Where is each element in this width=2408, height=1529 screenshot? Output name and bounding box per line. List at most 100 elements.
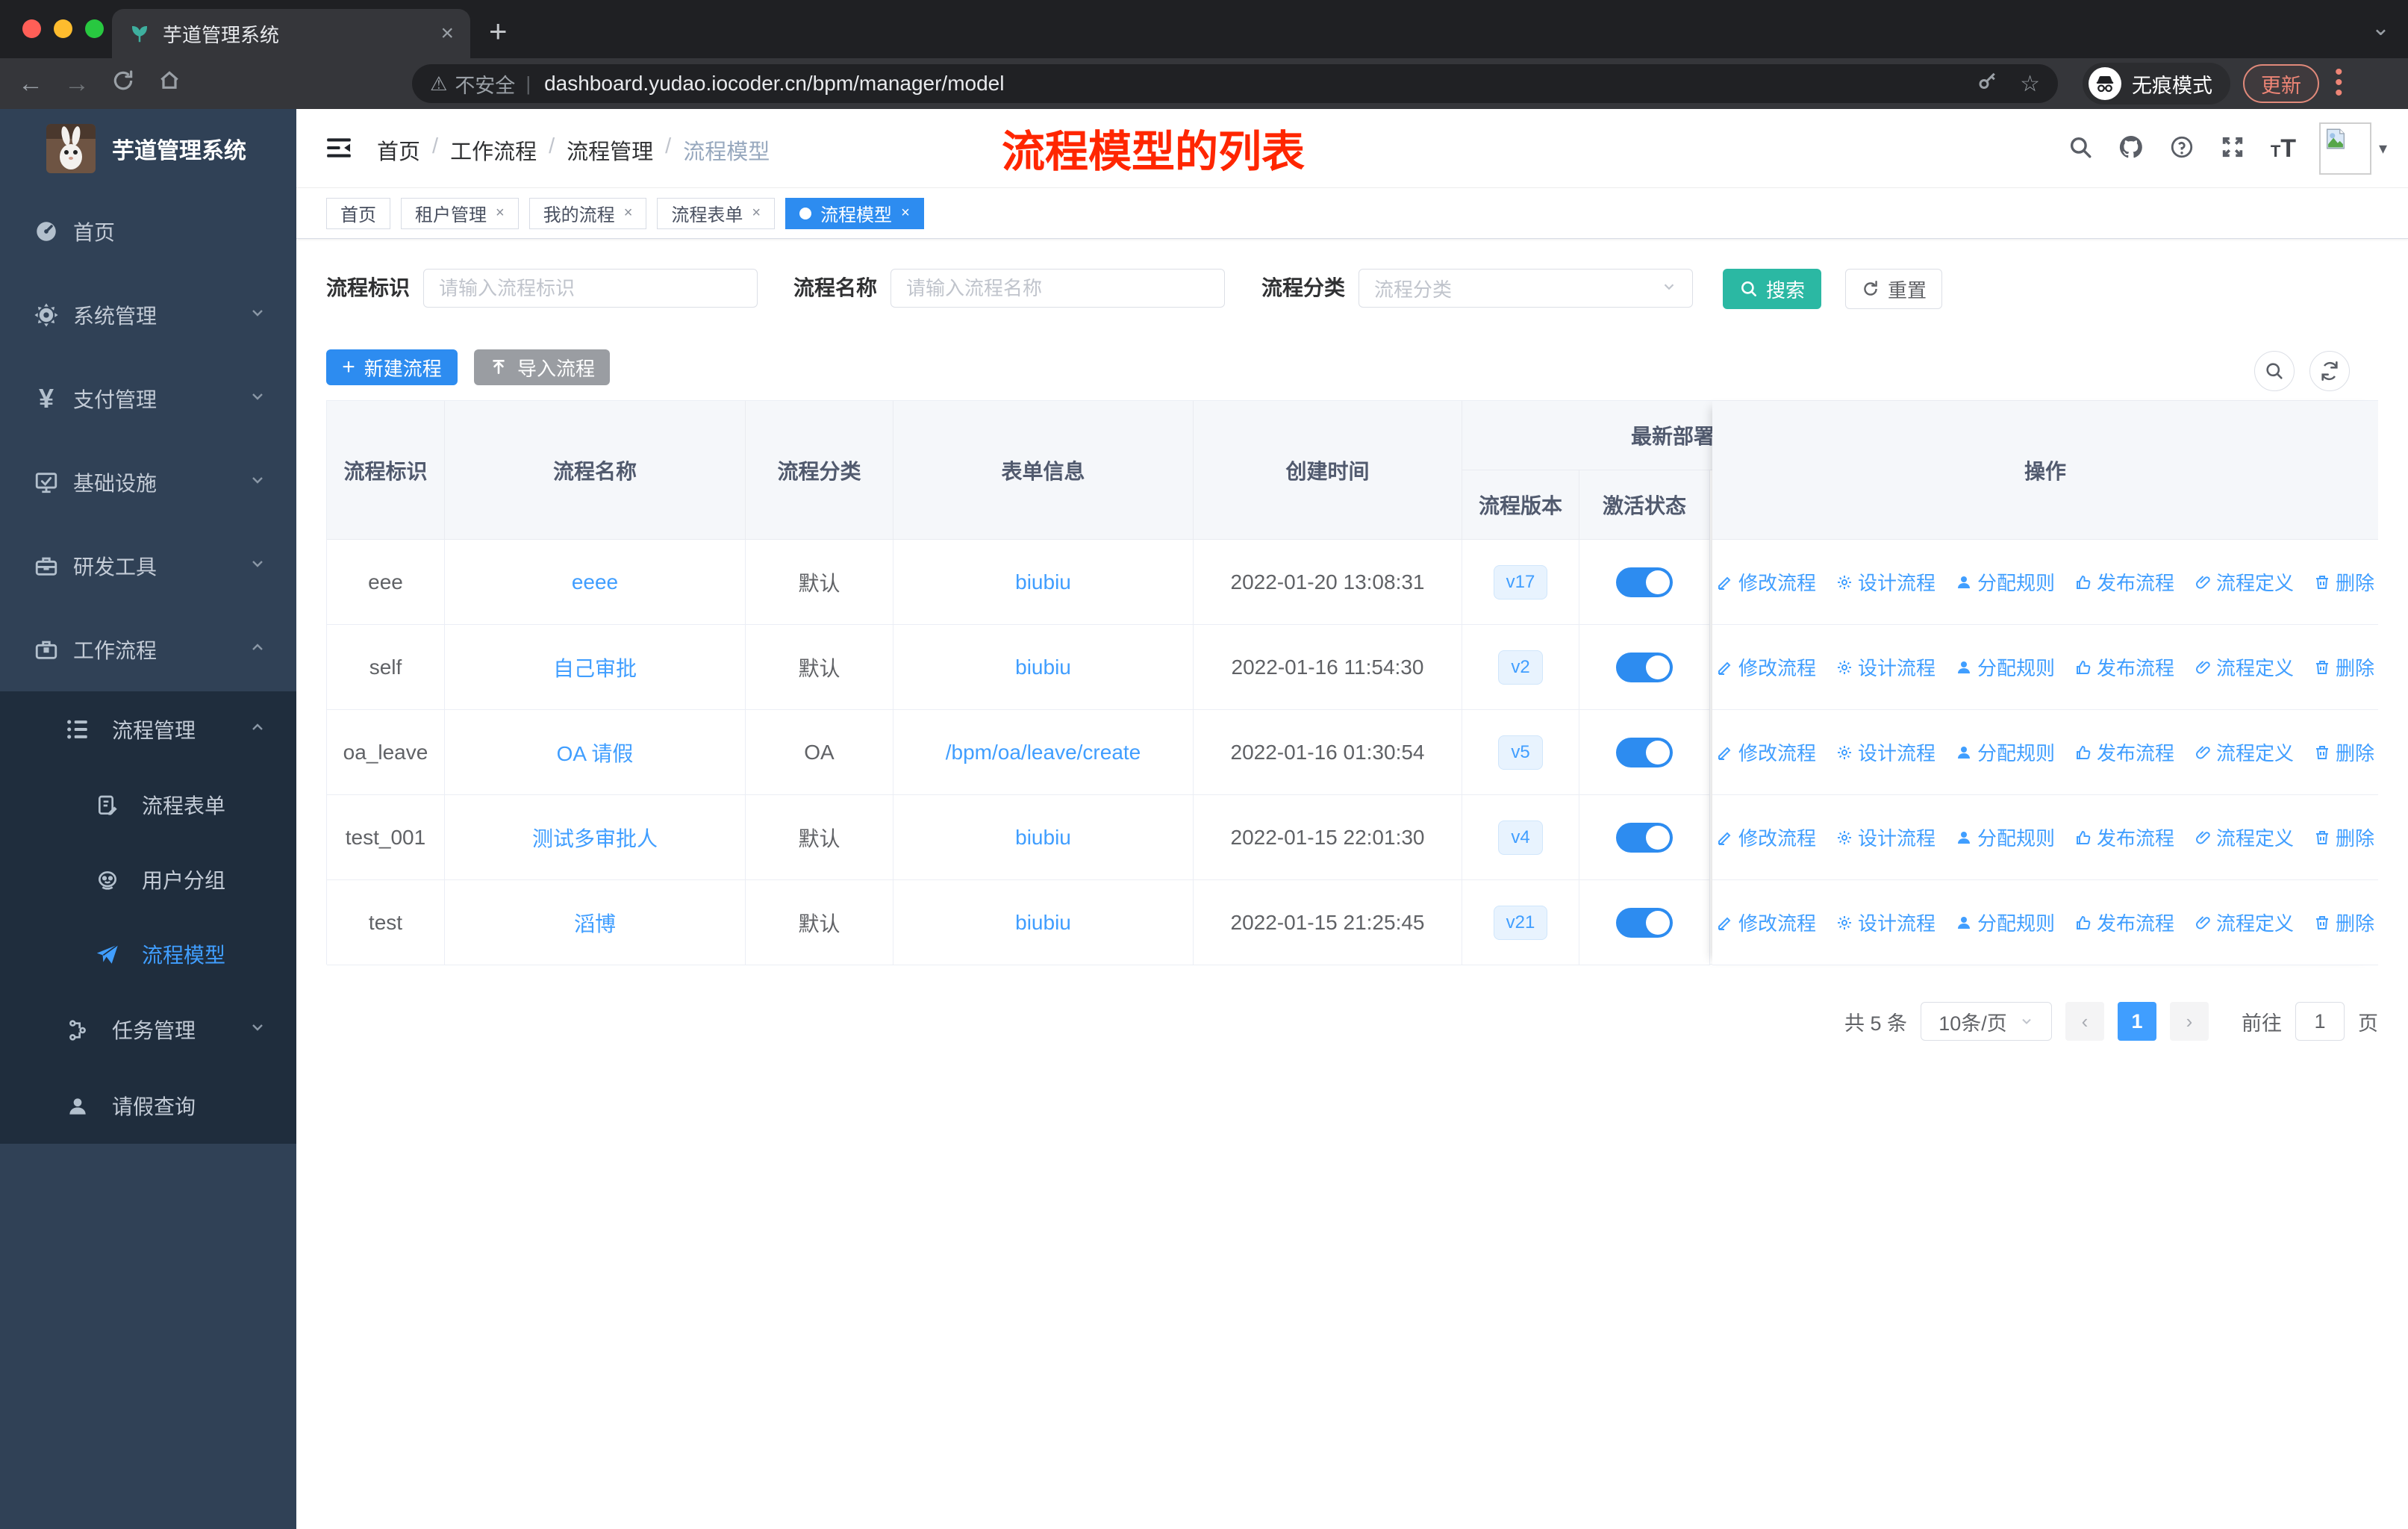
form-info-link[interactable]: biubiu — [1015, 570, 1071, 594]
delete-link[interactable]: 删除 — [2313, 909, 2374, 936]
sidebar-item-infrastructure[interactable]: 基础设施 — [0, 440, 296, 524]
delete-link[interactable]: 删除 — [2313, 568, 2374, 596]
help-icon[interactable] — [2156, 134, 2207, 164]
assign-rule-link[interactable]: 分配规则 — [1955, 909, 2055, 936]
active-toggle[interactable] — [1616, 907, 1673, 938]
modify-process-link[interactable]: 修改流程 — [1716, 568, 1816, 596]
design-process-link[interactable]: 设计流程 — [1835, 738, 1936, 766]
process-definition-link[interactable]: 流程定义 — [2194, 568, 2294, 596]
sidebar-collapse-icon[interactable] — [325, 134, 353, 166]
publish-process-link[interactable]: 发布流程 — [2074, 568, 2174, 596]
current-page-button[interactable]: 1 — [2118, 1002, 2156, 1041]
sidebar-item-devtools[interactable]: 研发工具 — [0, 524, 296, 608]
process-definition-link[interactable]: 流程定义 — [2194, 653, 2294, 681]
breadcrumb-workflow[interactable]: 工作流程 — [450, 134, 537, 166]
sidebar-item-leave-query[interactable]: 请假查询 — [0, 1068, 296, 1144]
browser-tab[interactable]: 芋道管理系统 × — [112, 9, 470, 58]
reload-icon[interactable] — [100, 69, 146, 99]
assign-rule-link[interactable]: 分配规则 — [1955, 738, 2055, 766]
sidebar-item-task-management[interactable]: 任务管理 — [0, 991, 296, 1068]
create-process-button[interactable]: + 新建流程 — [326, 349, 458, 385]
window-zoom-button[interactable] — [85, 19, 104, 38]
reset-button[interactable]: 重置 — [1845, 269, 1942, 309]
publish-process-link[interactable]: 发布流程 — [2074, 823, 2174, 851]
form-info-link[interactable]: biubiu — [1015, 655, 1071, 679]
assign-rule-link[interactable]: 分配规则 — [1955, 823, 2055, 851]
password-key-icon[interactable] — [1977, 71, 1999, 97]
active-toggle[interactable] — [1616, 652, 1673, 682]
sidebar-item-user-group[interactable]: 用户分组 — [0, 842, 296, 917]
modify-process-link[interactable]: 修改流程 — [1716, 653, 1816, 681]
sidebar-item-home[interactable]: 首页 — [0, 190, 296, 273]
assign-rule-link[interactable]: 分配规则 — [1955, 653, 2055, 681]
design-process-link[interactable]: 设计流程 — [1835, 568, 1936, 596]
window-minimize-button[interactable] — [54, 19, 72, 38]
back-icon[interactable]: ← — [7, 69, 54, 99]
close-tab-icon[interactable]: × — [496, 205, 505, 222]
search-icon[interactable] — [2055, 134, 2106, 164]
page-size-select[interactable]: 10条/页 — [1921, 1002, 2052, 1041]
breadcrumb-home[interactable]: 首页 — [377, 134, 420, 166]
browser-update-button[interactable]: 更新 — [2243, 64, 2319, 103]
assign-rule-link[interactable]: 分配规则 — [1955, 568, 2055, 596]
window-close-button[interactable] — [22, 19, 41, 38]
view-tab-0[interactable]: 首页 — [326, 197, 390, 229]
active-toggle[interactable] — [1616, 737, 1673, 767]
toggle-search-button[interactable] — [2254, 351, 2295, 391]
form-info-link[interactable]: biubiu — [1015, 826, 1071, 850]
process-name-link[interactable]: 自己审批 — [553, 653, 637, 682]
goto-page-input[interactable] — [2295, 1002, 2345, 1041]
form-info-link[interactable]: /bpm/oa/leave/create — [946, 741, 1141, 764]
modify-process-link[interactable]: 修改流程 — [1716, 909, 1816, 936]
process-definition-link[interactable]: 流程定义 — [2194, 909, 2294, 936]
security-label[interactable]: 不安全 — [455, 69, 515, 99]
delete-link[interactable]: 删除 — [2313, 738, 2374, 766]
prev-page-button[interactable]: ‹ — [2065, 1002, 2104, 1041]
category-select[interactable]: 流程分类 — [1359, 269, 1693, 308]
process-id-input[interactable] — [423, 269, 758, 308]
sidebar-item-workflow[interactable]: 工作流程 — [0, 608, 296, 691]
bookmark-star-icon[interactable]: ☆ — [2020, 71, 2040, 97]
tab-search-chevron-icon[interactable]: ⌄ — [2371, 15, 2390, 41]
next-page-button[interactable]: › — [2170, 1002, 2209, 1041]
font-size-icon[interactable]: TT — [2258, 134, 2309, 164]
process-definition-link[interactable]: 流程定义 — [2194, 738, 2294, 766]
design-process-link[interactable]: 设计流程 — [1835, 653, 1936, 681]
publish-process-link[interactable]: 发布流程 — [2074, 909, 2174, 936]
process-definition-link[interactable]: 流程定义 — [2194, 823, 2294, 851]
view-tab-3[interactable]: 流程表单 × — [657, 197, 776, 229]
new-tab-button[interactable]: + — [489, 13, 508, 49]
view-tab-4[interactable]: 流程模型 × — [785, 197, 924, 229]
active-toggle[interactable] — [1616, 567, 1673, 597]
view-tab-2[interactable]: 我的流程 × — [528, 197, 647, 229]
modify-process-link[interactable]: 修改流程 — [1716, 738, 1816, 766]
active-toggle[interactable] — [1616, 822, 1673, 853]
breadcrumb-process-management[interactable]: 流程管理 — [567, 134, 653, 166]
forward-icon[interactable]: → — [54, 69, 100, 99]
browser-menu-icon[interactable]: • • • — [2335, 61, 2343, 105]
url-text[interactable]: dashboard.yudao.iocoder.cn/bpm/manager/m… — [544, 72, 1977, 96]
search-button[interactable]: 搜索 — [1723, 269, 1821, 309]
close-tab-icon[interactable]: × — [624, 205, 633, 222]
fullscreen-icon[interactable] — [2207, 134, 2258, 164]
refresh-table-button[interactable] — [2309, 351, 2350, 391]
sidebar-item-process-model[interactable]: 流程模型 — [0, 917, 296, 991]
sidebar-item-system[interactable]: 系统管理 — [0, 273, 296, 357]
github-icon[interactable] — [2106, 134, 2156, 164]
process-name-link[interactable]: 测试多审批人 — [532, 823, 658, 853]
import-process-button[interactable]: 导入流程 — [474, 349, 610, 385]
delete-link[interactable]: 删除 — [2313, 653, 2374, 681]
close-tab-icon[interactable]: × — [752, 205, 761, 222]
process-name-link[interactable]: OA 请假 — [557, 738, 634, 767]
process-name-link[interactable]: eeee — [572, 570, 618, 594]
home-icon[interactable] — [146, 69, 193, 99]
sidebar-item-payment[interactable]: ¥ 支付管理 — [0, 357, 296, 440]
design-process-link[interactable]: 设计流程 — [1835, 823, 1936, 851]
process-name-link[interactable]: 滔博 — [574, 908, 616, 938]
view-tab-1[interactable]: 租户管理 × — [401, 197, 519, 229]
security-warning-icon[interactable]: ⚠ — [430, 72, 447, 96]
tab-close-icon[interactable]: × — [440, 21, 454, 46]
address-bar[interactable]: ⚠ 不安全 | dashboard.yudao.iocoder.cn/bpm/m… — [412, 64, 2058, 103]
modify-process-link[interactable]: 修改流程 — [1716, 823, 1816, 851]
avatar-caret-icon[interactable]: ▾ — [2379, 139, 2387, 158]
